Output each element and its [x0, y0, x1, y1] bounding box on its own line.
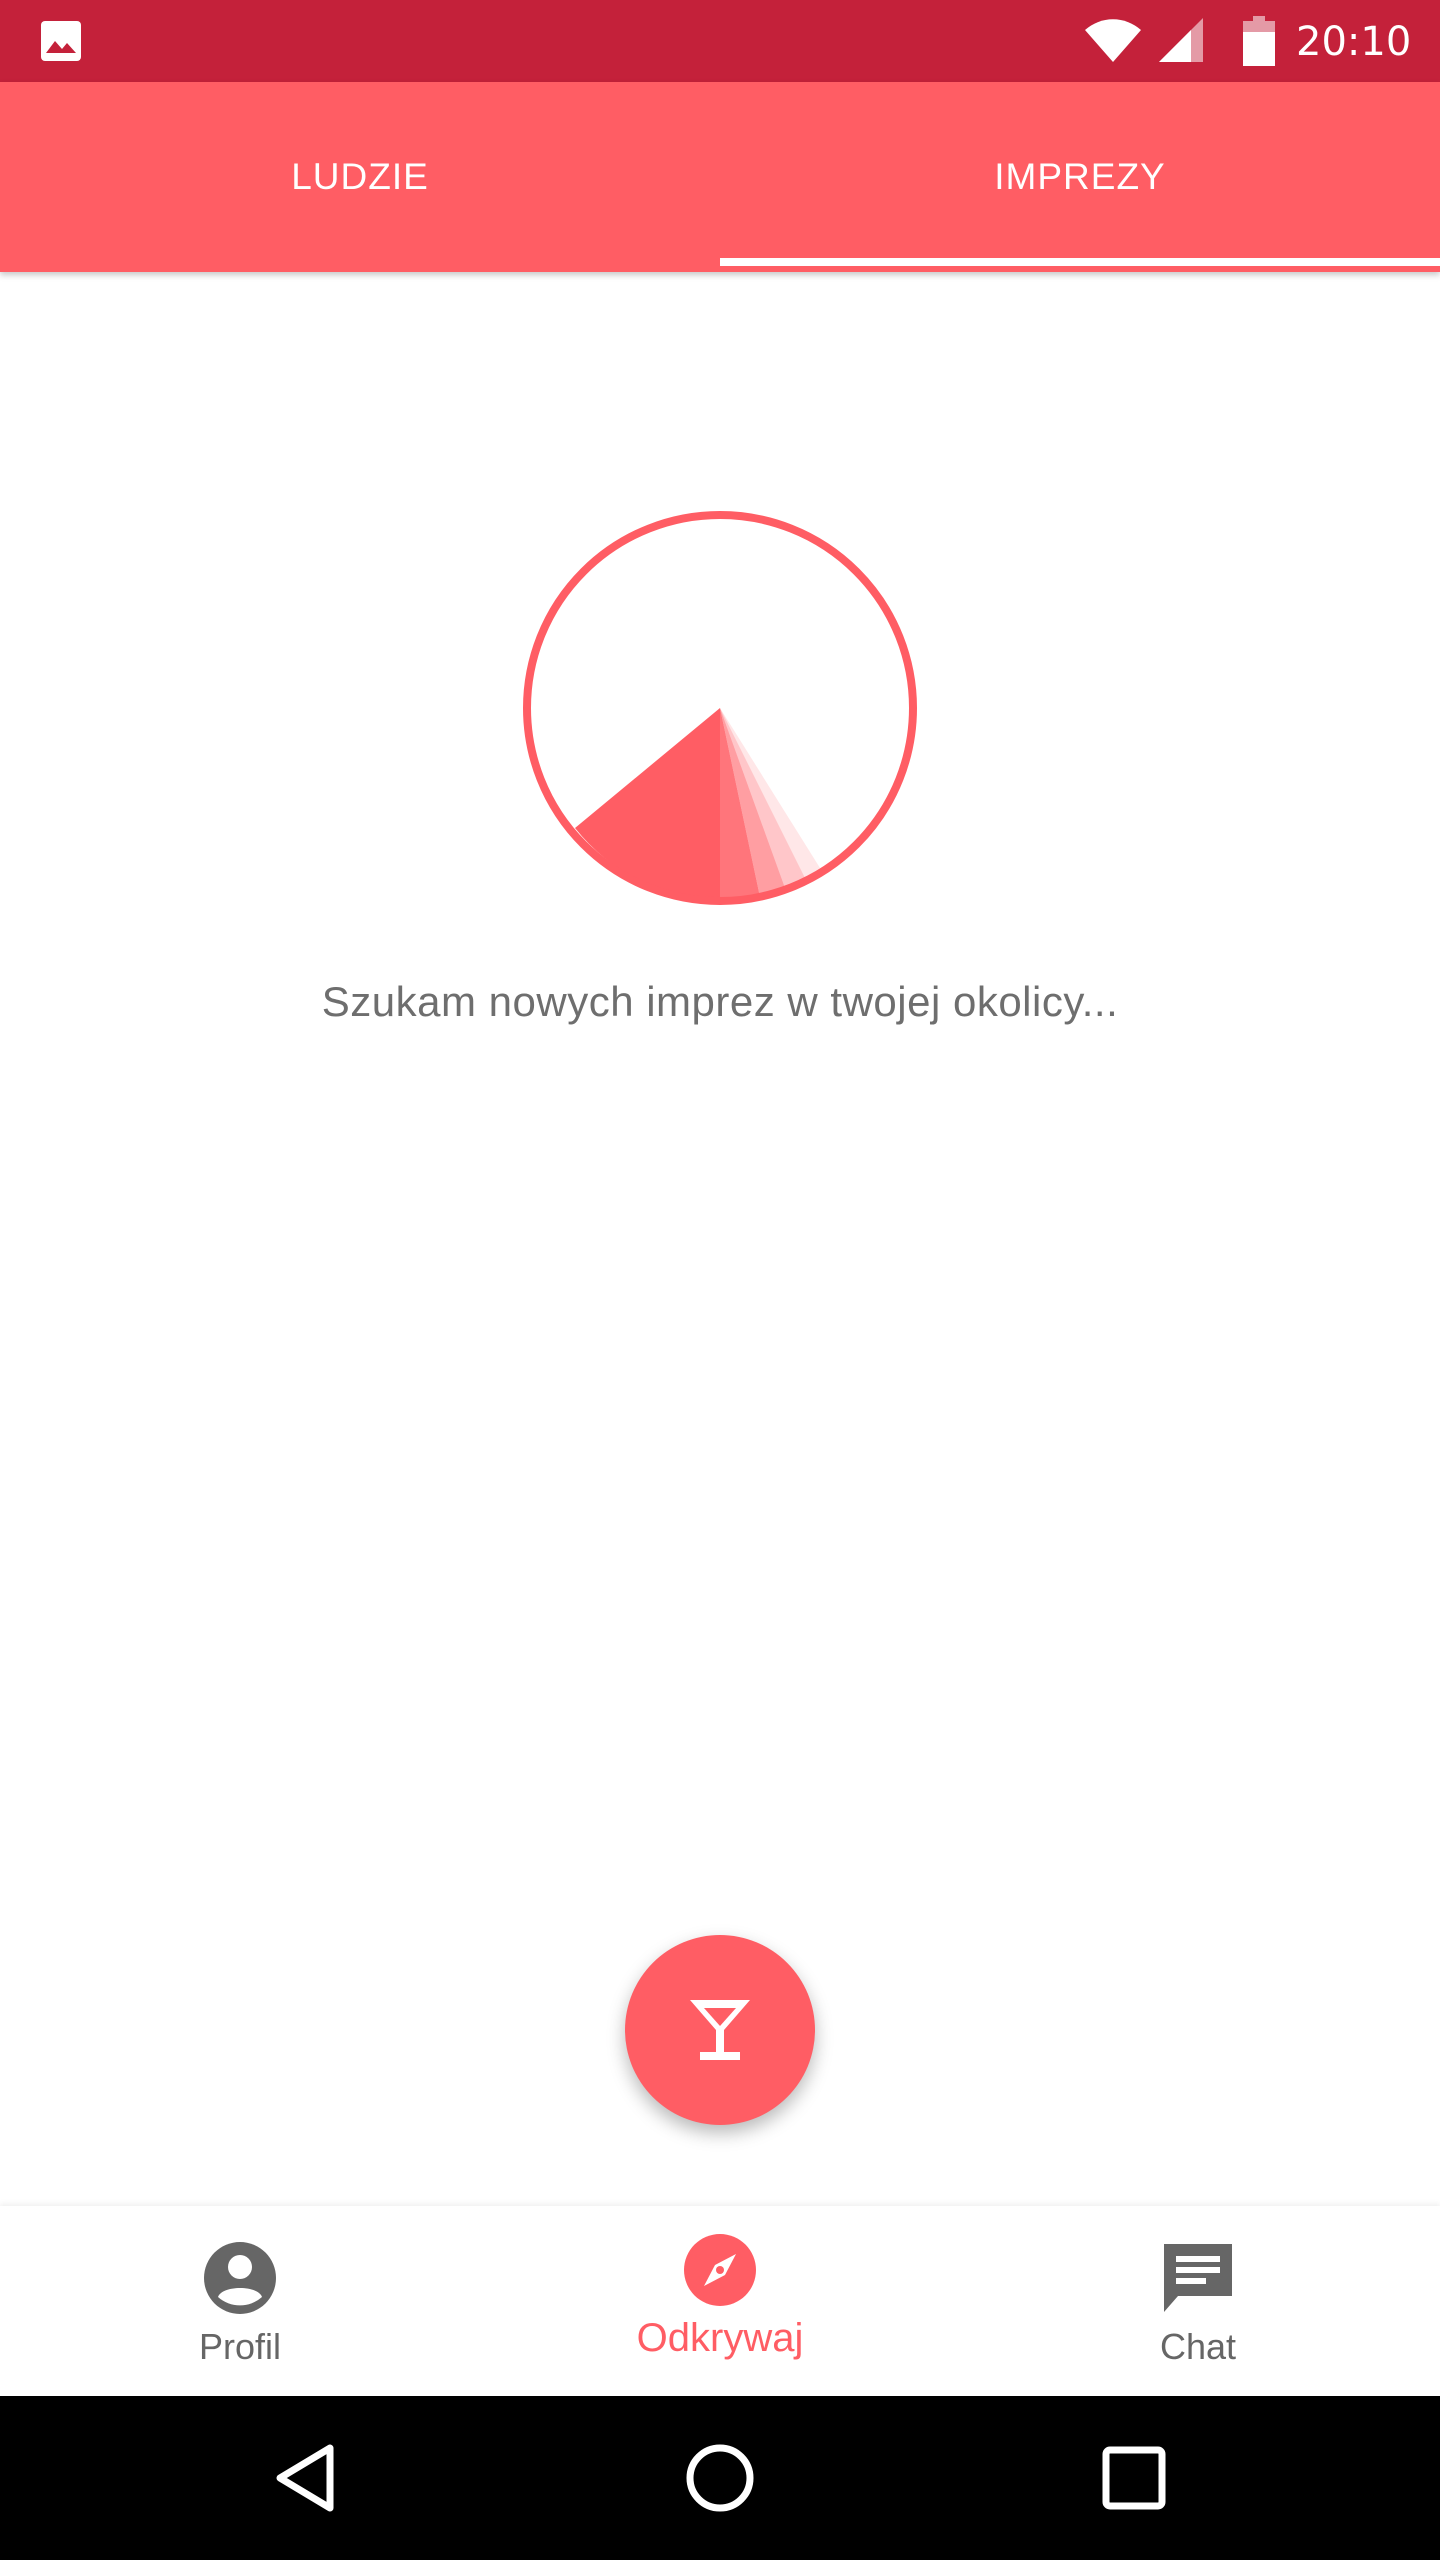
bottom-navigation: Profil Odkrywaj Chat [0, 2206, 1440, 2396]
battery-icon [1243, 16, 1275, 66]
status-bar: 20:10 [0, 0, 1440, 82]
tab-indicator [720, 258, 1440, 266]
compass-icon [684, 2234, 756, 2306]
nav-label-profil: Profil [198, 2326, 282, 2367]
back-icon[interactable] [268, 2438, 348, 2518]
nav-item-profil[interactable]: Profil [90, 2206, 390, 2396]
nav-item-odkrywaj[interactable]: Odkrywaj [570, 2206, 870, 2396]
party-fab-button[interactable] [625, 1935, 815, 2125]
nav-label-odkrywaj: Odkrywaj [636, 2316, 804, 2360]
gallery-icon [41, 21, 81, 61]
top-tab-bar: LUDZIE IMPREZY [0, 82, 1440, 272]
nav-item-chat[interactable]: Chat [1048, 2206, 1348, 2396]
searching-status-text: Szukam nowych imprez w twojej okolicy... [321, 978, 1119, 1025]
tab-ludzie[interactable]: LUDZIE [0, 82, 720, 272]
cocktail-icon [690, 2000, 750, 2060]
home-icon[interactable] [680, 2438, 760, 2518]
wifi-icon [1085, 19, 1141, 62]
system-navigation-bar [0, 2396, 1440, 2560]
recents-icon[interactable] [1094, 2438, 1174, 2518]
account-circle-icon [204, 2242, 276, 2314]
signal-icon [1159, 18, 1203, 62]
status-clock: 20:10 [1296, 19, 1412, 65]
nav-label-chat: Chat [1159, 2326, 1237, 2367]
chat-icon [1164, 2244, 1232, 2312]
radar-icon [523, 511, 917, 905]
tab-imprezy[interactable]: IMPREZY [720, 82, 1440, 272]
